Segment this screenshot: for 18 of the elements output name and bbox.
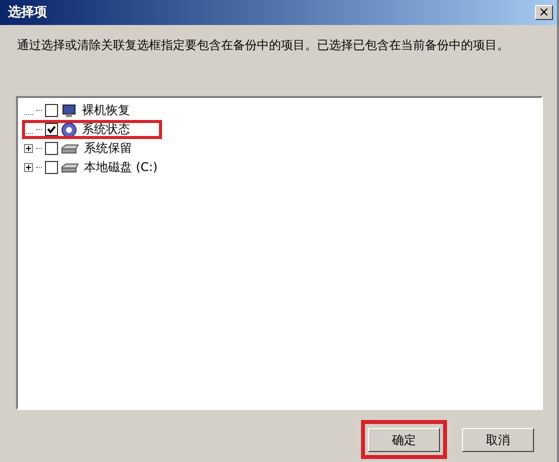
tree-item[interactable]: 本地磁盘 (C:) xyxy=(84,160,158,175)
tree-item[interactable]: 系统保留 xyxy=(84,141,132,156)
checkbox[interactable] xyxy=(45,104,58,117)
dialog-button[interactable]: 取消 xyxy=(462,428,534,452)
dialog-button[interactable]: 确定 xyxy=(368,428,440,452)
checkbox[interactable] xyxy=(45,161,58,174)
description-text: 通过选择或清除关联复选框指定要包含在备份中的项目。已选择已包含在当前备份中的项目。 xyxy=(17,37,510,54)
tree-item[interactable]: 系统状态 xyxy=(82,122,130,137)
drive-icon xyxy=(61,142,79,154)
checkbox[interactable] xyxy=(45,142,58,155)
drive-icon xyxy=(61,162,79,174)
expand-icon[interactable] xyxy=(24,163,33,172)
computer-icon xyxy=(61,104,77,118)
window-title: 选择项 xyxy=(7,4,47,22)
expand-icon[interactable] xyxy=(24,144,33,153)
checkbox[interactable] xyxy=(45,123,58,136)
close-button[interactable]: × xyxy=(535,5,553,20)
tree-item[interactable]: 裸机恢复 xyxy=(82,103,130,118)
